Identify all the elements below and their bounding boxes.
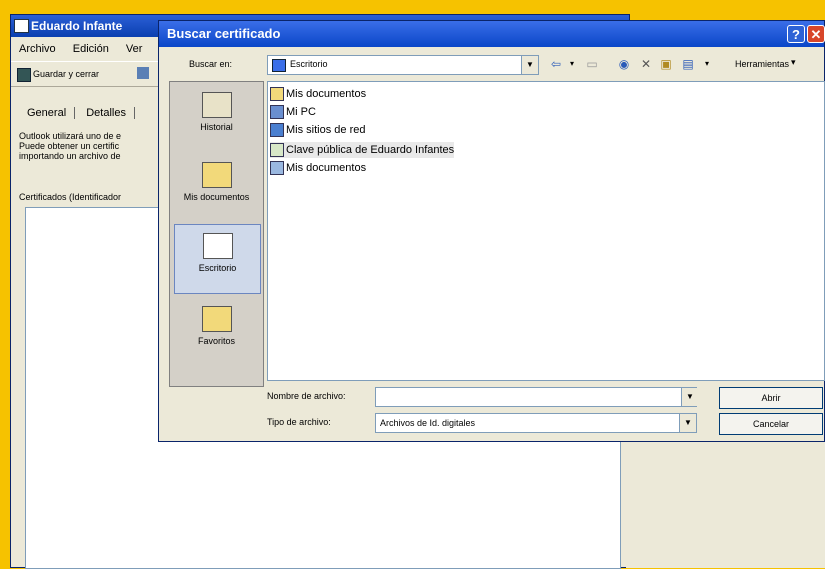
tab-general[interactable]: General xyxy=(19,107,76,119)
tab-detalles[interactable]: Detalles xyxy=(78,107,135,119)
search-web-icon[interactable]: ◉ xyxy=(615,55,633,73)
dialog-titlebar[interactable]: Buscar certificado ? ✕ xyxy=(159,21,825,47)
back-icon[interactable]: ⇦ xyxy=(547,55,565,73)
back-dropdown-icon[interactable]: ▾ xyxy=(567,55,577,73)
chevron-down-icon[interactable]: ▼ xyxy=(679,414,696,432)
my-documents-icon xyxy=(270,87,284,102)
place-escritorio[interactable]: Escritorio xyxy=(174,224,261,294)
desktop-icon xyxy=(272,59,286,72)
contact-window-title: Eduardo Infante xyxy=(31,19,123,33)
toolbar-icon[interactable] xyxy=(137,67,149,79)
certificate-description: Outlook utilizará uno de e Puede obtener… xyxy=(19,131,169,171)
delete-icon[interactable]: ✕ xyxy=(637,55,655,73)
list-item[interactable]: Mis documentos xyxy=(270,86,366,102)
network-places-icon xyxy=(270,123,284,138)
place-mis-documentos[interactable]: Mis documentos xyxy=(174,162,259,202)
file-list[interactable]: Mis documentos Mi PC Mis sitios de red C… xyxy=(267,81,825,381)
chevron-down-icon[interactable]: ▼ xyxy=(521,56,538,74)
background-window-panel xyxy=(626,442,825,568)
my-documents-icon xyxy=(201,162,232,188)
file-name: Mis documentos xyxy=(286,88,367,100)
find-certificate-dialog: Buscar certificado ? ✕ Buscar en: Escrit… xyxy=(158,20,825,442)
list-item[interactable]: Mi PC xyxy=(270,104,316,120)
file-type-value: Archivos de Id. digitales xyxy=(380,418,476,428)
look-in-dropdown[interactable]: Escritorio ▼ xyxy=(267,55,539,75)
menu-archivo[interactable]: Archivo xyxy=(19,43,56,55)
close-icon[interactable]: ✕ xyxy=(807,25,825,43)
save-icon[interactable] xyxy=(17,68,31,82)
look-in-label: Buscar en: xyxy=(189,59,233,69)
dialog-title: Buscar certificado xyxy=(167,26,281,41)
places-bar: Historial Mis documentos Escritorio Favo… xyxy=(169,81,264,387)
description-line: importando un archivo de xyxy=(19,151,121,161)
place-favoritos[interactable]: Favoritos xyxy=(174,306,259,346)
tools-menu[interactable]: Herramientas xyxy=(735,59,789,69)
menu-ver[interactable]: Ver xyxy=(126,43,143,55)
certificates-label: Certificados (Identificador xyxy=(19,192,122,202)
place-label: Escritorio xyxy=(198,263,237,273)
my-documents-icon xyxy=(270,161,284,176)
chevron-down-icon[interactable]: ▼ xyxy=(681,388,698,406)
file-name: Mis documentos xyxy=(286,162,367,174)
tab-bar: General Detalles xyxy=(19,103,135,123)
my-computer-icon xyxy=(270,105,284,120)
history-icon xyxy=(201,92,232,118)
certificate-file-icon xyxy=(270,143,284,158)
menu-edicion[interactable]: Edición xyxy=(73,43,109,55)
place-label: Favoritos xyxy=(197,336,235,346)
open-button[interactable]: Abrir xyxy=(719,387,823,409)
file-name: Clave pública de Eduardo Infantes xyxy=(286,144,455,156)
place-historial[interactable]: Historial xyxy=(174,92,259,132)
file-type-label: Tipo de archivo: xyxy=(267,417,331,427)
file-name: Mis sitios de red xyxy=(286,124,366,136)
list-item[interactable]: Mis sitios de red xyxy=(270,122,365,138)
place-label: Historial xyxy=(200,122,233,132)
up-folder-icon[interactable]: ▭ xyxy=(583,55,601,73)
file-name-field[interactable] xyxy=(375,387,697,407)
tools-dropdown-icon[interactable]: ▾ xyxy=(791,57,796,68)
description-line: Outlook utilizará uno de e xyxy=(19,131,122,141)
file-type-dropdown[interactable]: Archivos de Id. digitales ▼ xyxy=(375,413,697,433)
place-label: Mis documentos xyxy=(183,192,250,202)
file-name-label: Nombre de archivo: xyxy=(267,391,346,401)
views-icon[interactable]: ▤ xyxy=(679,55,697,73)
cancel-button[interactable]: Cancelar xyxy=(719,413,823,435)
views-dropdown-icon[interactable]: ▾ xyxy=(703,55,711,73)
file-name: Mi PC xyxy=(286,106,316,118)
contact-card-icon xyxy=(14,19,29,33)
favorites-icon xyxy=(201,306,232,332)
save-and-close-button[interactable]: Guardar y cerrar xyxy=(33,62,99,86)
list-item[interactable]: Clave pública de Eduardo Infantes xyxy=(270,142,455,158)
desktop-icon xyxy=(202,233,233,259)
new-folder-icon[interactable]: ▣ xyxy=(657,55,675,73)
description-line: Puede obtener un certific xyxy=(19,141,120,151)
look-in-value: Escritorio xyxy=(290,59,328,69)
list-item[interactable]: Mis documentos xyxy=(270,160,366,176)
help-icon[interactable]: ? xyxy=(787,25,805,43)
